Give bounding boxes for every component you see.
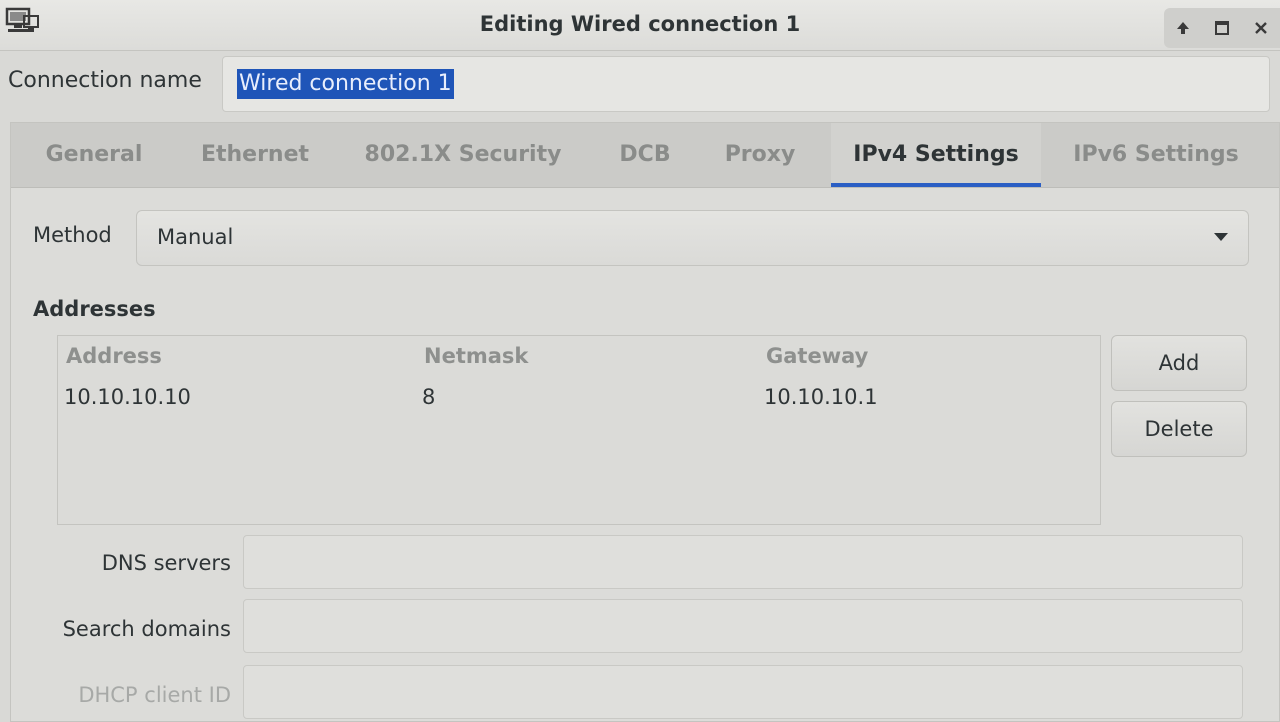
addresses-heading: Addresses — [33, 297, 156, 321]
tab-ipv4-settings[interactable]: IPv4 Settings — [831, 123, 1041, 187]
maximize-icon[interactable] — [1208, 14, 1236, 42]
window-controls — [1164, 8, 1280, 48]
tab-bar: General Ethernet 802.1X Security DCB Pro… — [11, 123, 1279, 188]
dhcp-client-id-input[interactable] — [243, 665, 1243, 719]
chevron-down-icon — [1214, 233, 1228, 241]
tab-dcb[interactable]: DCB — [595, 123, 695, 187]
up-arrow-icon[interactable] — [1169, 14, 1197, 42]
search-domains-label: Search domains — [62, 617, 231, 641]
tab-general[interactable]: General — [11, 123, 177, 187]
connection-name-input[interactable]: Wired connection 1 — [222, 56, 1270, 112]
title-bar: Editing Wired connection 1 — [0, 0, 1280, 51]
tab-ethernet[interactable]: Ethernet — [177, 123, 333, 187]
add-button[interactable]: Add — [1111, 335, 1247, 391]
delete-button[interactable]: Delete — [1111, 401, 1247, 457]
window-title: Editing Wired connection 1 — [479, 12, 801, 36]
column-header-gateway[interactable]: Gateway — [766, 344, 868, 368]
method-value: Manual — [157, 225, 234, 249]
column-header-address[interactable]: Address — [66, 344, 162, 368]
dns-servers-input[interactable] — [243, 535, 1243, 589]
tab-proxy[interactable]: Proxy — [701, 123, 819, 187]
dns-servers-label: DNS servers — [101, 551, 231, 575]
search-domains-input[interactable] — [243, 599, 1243, 653]
method-dropdown[interactable]: Manual — [136, 210, 1249, 266]
connection-name-value: Wired connection 1 — [237, 69, 454, 99]
cell-address[interactable]: 10.10.10.10 — [64, 385, 191, 409]
settings-notebook: General Ethernet 802.1X Security DCB Pro… — [10, 122, 1280, 722]
close-icon[interactable] — [1247, 14, 1275, 42]
addresses-table[interactable]: Address Netmask Gateway 10.10.10.10 8 10… — [57, 335, 1101, 525]
cell-gateway[interactable]: 10.10.10.1 — [764, 385, 878, 409]
cell-netmask[interactable]: 8 — [422, 385, 435, 409]
tab-ipv6-settings[interactable]: IPv6 Settings — [1051, 123, 1261, 187]
tab-802-1x-security[interactable]: 802.1X Security — [347, 123, 579, 187]
dhcp-client-id-label: DHCP client ID — [78, 683, 231, 707]
connection-name-label: Connection name — [8, 68, 202, 93]
method-label: Method — [33, 223, 112, 247]
column-header-netmask[interactable]: Netmask — [424, 344, 528, 368]
